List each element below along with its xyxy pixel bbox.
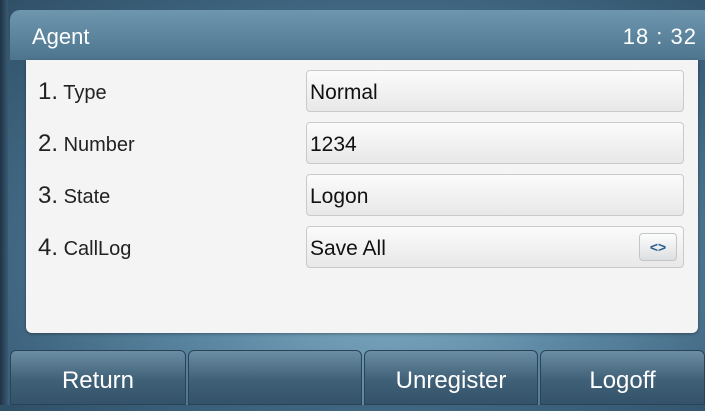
- row-number: 4.: [38, 234, 59, 261]
- unregister-button[interactable]: Unregister: [364, 350, 538, 405]
- logoff-button[interactable]: Logoff: [540, 350, 705, 405]
- softkey-bar: Return Unregister Logoff: [10, 350, 705, 405]
- state-value: Logon: [310, 185, 369, 208]
- clock: 18 : 32: [622, 24, 697, 49]
- title-bar: Agent 18 : 32: [10, 10, 705, 60]
- row-label-text: State: [63, 186, 111, 208]
- state-field[interactable]: Logon: [306, 174, 684, 216]
- row-number[interactable]: 2. Number 1234: [26, 118, 698, 164]
- row-label-text: Type: [63, 82, 107, 104]
- row-label: 2. Number: [38, 130, 135, 158]
- number-value: 1234: [310, 133, 357, 156]
- type-field[interactable]: Normal: [306, 70, 684, 112]
- settings-panel: 1. Type Normal 2. Number 1234 3. State L…: [26, 60, 698, 333]
- row-calllog[interactable]: 4. CallLog Save All <>: [26, 222, 698, 268]
- row-state[interactable]: 3. State Logon: [26, 170, 698, 216]
- switch-arrows-icon[interactable]: <>: [639, 233, 677, 261]
- row-number: 3.: [38, 182, 59, 209]
- page-title: Agent: [32, 24, 90, 49]
- row-label: 3. State: [38, 182, 110, 210]
- empty-softkey[interactable]: [188, 350, 362, 405]
- row-number: 1.: [38, 78, 59, 105]
- row-number: 2.: [38, 130, 59, 157]
- calllog-value: Save All: [310, 237, 386, 260]
- row-label-text: CallLog: [63, 238, 132, 260]
- row-label: 4. CallLog: [38, 234, 131, 262]
- screen-frame: [0, 0, 8, 405]
- row-label: 1. Type: [38, 78, 107, 106]
- number-field[interactable]: 1234: [306, 122, 684, 164]
- calllog-field[interactable]: Save All <>: [306, 226, 684, 268]
- return-button[interactable]: Return: [10, 350, 186, 405]
- row-label-text: Number: [63, 134, 135, 156]
- row-type[interactable]: 1. Type Normal: [26, 66, 698, 112]
- type-value: Normal: [310, 81, 378, 104]
